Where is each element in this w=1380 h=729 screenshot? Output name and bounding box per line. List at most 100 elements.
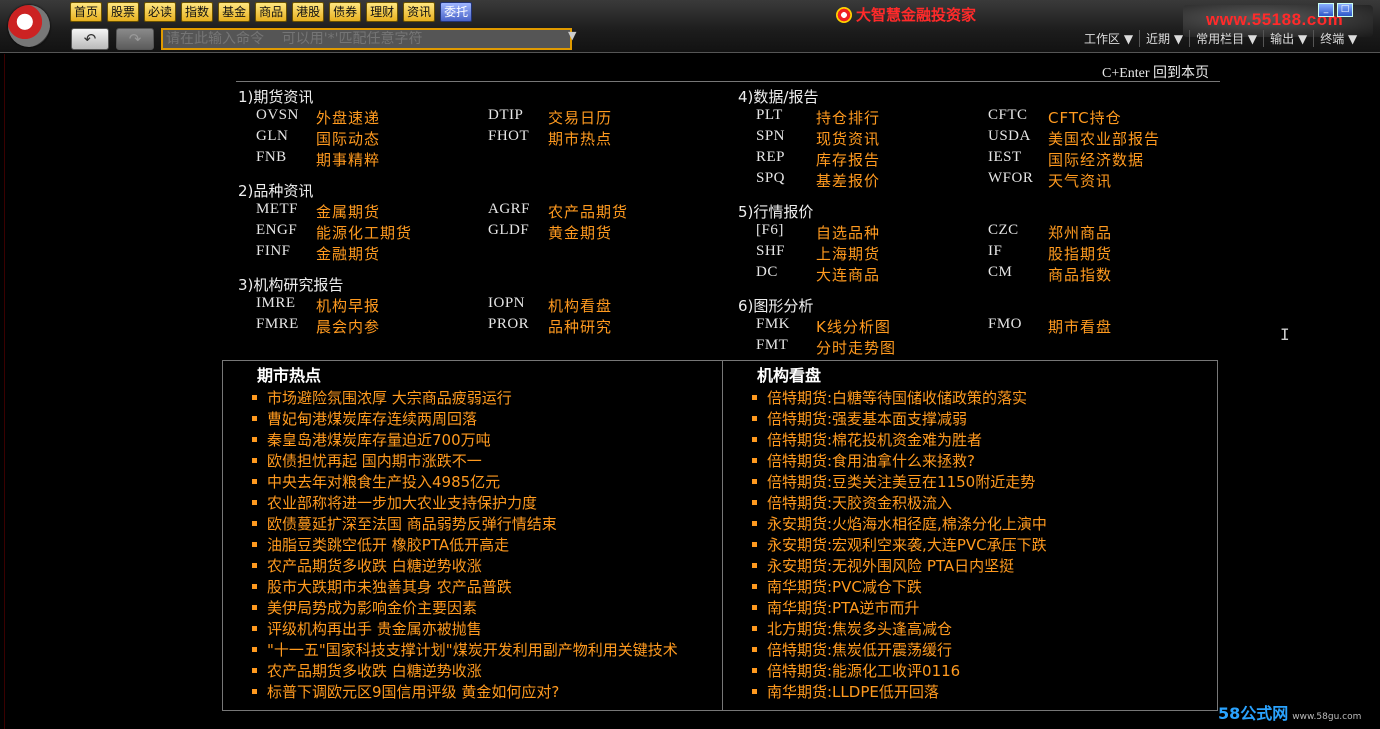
menu-label-variety_news-3[interactable]: 黄金期货 (548, 222, 612, 243)
news-item[interactable]: 秦皇岛港煤炭库存量迫近700万吨 (252, 429, 722, 450)
minimize-button[interactable]: _ (1318, 3, 1334, 17)
command-dropdown-icon[interactable]: ▼ (568, 29, 576, 42)
news-item[interactable]: 欧债担忧再起 国内期市涨跌不一 (252, 450, 722, 471)
menu-label-variety_news-2[interactable]: 能源化工期货 (316, 222, 412, 243)
nav-button-0[interactable]: 首页 (70, 2, 103, 22)
news-item[interactable]: 股市大跌期市未独善其身 农产品普跌 (252, 576, 722, 597)
menu-label-charts-0[interactable]: K线分析图 (816, 316, 891, 337)
menu-code-quotes-4[interactable]: DC (756, 264, 778, 281)
menu-label-quotes-4[interactable]: 大连商品 (816, 264, 880, 285)
menu-label-variety_news-4[interactable]: 金融期货 (316, 243, 380, 264)
maximize-button[interactable]: □ (1337, 3, 1353, 17)
menu-code-futures_news-3[interactable]: FHOT (488, 128, 529, 145)
menu-code-variety_news-3[interactable]: GLDF (488, 222, 529, 239)
news-item[interactable]: 倍特期货:棉花投机资金难为胜者 (752, 429, 1212, 450)
menu-label-institution-1[interactable]: 机构看盘 (548, 295, 612, 316)
menu-label-institution-0[interactable]: 机构早报 (316, 295, 380, 316)
news-item[interactable]: 农业部称将进一步加大农业支持保护力度 (252, 492, 722, 513)
menu-label-variety_news-1[interactable]: 农产品期货 (548, 201, 628, 222)
news-item[interactable]: 倍特期货:白糖等待国储收储政策的落实 (752, 387, 1212, 408)
menu-label-charts-1[interactable]: 期市看盘 (1048, 316, 1112, 337)
news-headline[interactable]: 市场避险氛围浓厚 大宗商品疲弱运行 (267, 389, 512, 407)
menu-code-data_report-0[interactable]: PLT (756, 107, 783, 124)
nav-button-7[interactable]: 债券 (329, 2, 362, 22)
news-headline[interactable]: 倍特期货:焦炭低开震荡缓行 (767, 641, 952, 659)
menu-label-charts-2[interactable]: 分时走势图 (816, 337, 896, 358)
news-headline[interactable]: 南华期货:PTA逆市而升 (767, 599, 919, 617)
news-item[interactable]: 欧债蔓延扩深至法国 商品弱势反弹行情结束 (252, 513, 722, 534)
news-headline[interactable]: 倍特期货:白糖等待国储收储政策的落实 (767, 389, 1027, 407)
news-item[interactable]: 倍特期货:能源化工收评0116 (752, 660, 1212, 681)
news-item[interactable]: 北方期货:焦炭多头逢高减仓 (752, 618, 1212, 639)
news-headline[interactable]: 油脂豆类跳空低开 橡胶PTA低开高走 (267, 536, 509, 554)
menu-label-quotes-2[interactable]: 上海期货 (816, 243, 880, 264)
nav-button-8[interactable]: 理财 (366, 2, 399, 22)
nav-button-10[interactable]: 委托 (440, 2, 473, 22)
news-headline[interactable]: 标普下调欧元区9国信用评级 黄金如何应对? (267, 683, 559, 701)
menu-code-institution-3[interactable]: PROR (488, 316, 529, 333)
menu-code-data_report-2[interactable]: SPN (756, 128, 785, 145)
news-headline[interactable]: 曹妃甸港煤炭库存连续两周回落 (267, 410, 477, 428)
menu-code-data_report-1[interactable]: CFTC (988, 107, 1028, 124)
news-headline[interactable]: 倍特期货:棉花投机资金难为胜者 (767, 431, 982, 449)
news-headline[interactable]: 欧债担忧再起 国内期市涨跌不一 (267, 452, 482, 470)
menu-label-data_report-4[interactable]: 库存报告 (816, 149, 880, 170)
news-item[interactable]: 永安期货:无视外围风险 PTA日内坚挺 (752, 555, 1212, 576)
nav-button-3[interactable]: 指数 (181, 2, 214, 22)
menu-label-futures_news-4[interactable]: 期事精粹 (316, 149, 380, 170)
menu-label-data_report-1[interactable]: CFTC持仓 (1048, 107, 1122, 128)
news-headline[interactable]: 永安期货:宏观利空来袭,大连PVC承压下跌 (767, 536, 1047, 554)
menu-code-quotes-0[interactable]: [F6] (756, 222, 784, 239)
app-logo-icon[interactable] (8, 5, 50, 47)
news-headline[interactable]: 倍特期货:食用油拿什么来拯救? (767, 452, 975, 470)
news-headline[interactable]: 评级机构再出手 贵金属亦被抛售 (267, 620, 482, 638)
news-item[interactable]: 农产品期货多收跌 白糖逆势收涨 (252, 660, 722, 681)
nav-button-6[interactable]: 港股 (292, 2, 325, 22)
menu-label-quotes-0[interactable]: 自选品种 (816, 222, 880, 243)
news-item[interactable]: 南华期货:PVC减仓下跌 (752, 576, 1212, 597)
menu-code-data_report-6[interactable]: SPQ (756, 170, 785, 187)
news-headline[interactable]: 北方期货:焦炭多头逢高减仓 (767, 620, 952, 638)
menu-code-charts-2[interactable]: FMT (756, 337, 788, 354)
menu-label-institution-2[interactable]: 晨会内参 (316, 316, 380, 337)
menu-label-futures_news-2[interactable]: 国际动态 (316, 128, 380, 149)
menu-label-quotes-5[interactable]: 商品指数 (1048, 264, 1112, 285)
news-item[interactable]: 倍特期货:天胶资金积极流入 (752, 492, 1212, 513)
news-item[interactable]: "十一五"国家科技支撑计划"煤炭开发利用副产物利用关键技术 (252, 639, 722, 660)
nav-button-9[interactable]: 资讯 (403, 2, 436, 22)
menu-code-futures_news-2[interactable]: GLN (256, 128, 288, 145)
nav-button-5[interactable]: 商品 (255, 2, 288, 22)
news-item[interactable]: 南华期货:LLDPE低开回落 (752, 681, 1212, 702)
menu-label-futures_news-1[interactable]: 交易日历 (548, 107, 612, 128)
menu-label-data_report-3[interactable]: 美国农业部报告 (1048, 128, 1160, 149)
menu-code-institution-1[interactable]: IOPN (488, 295, 525, 312)
back-button[interactable]: ↶ (71, 28, 109, 50)
menu-label-data_report-6[interactable]: 基差报价 (816, 170, 880, 191)
news-item[interactable]: 倍特期货:强麦基本面支撑减弱 (752, 408, 1212, 429)
news-item[interactable]: 永安期货:宏观利空来袭,大连PVC承压下跌 (752, 534, 1212, 555)
menu-code-quotes-5[interactable]: CM (988, 264, 1012, 281)
nav-button-2[interactable]: 必读 (144, 2, 177, 22)
menu-code-futures_news-1[interactable]: DTIP (488, 107, 523, 124)
menu-code-futures_news-4[interactable]: FNB (256, 149, 287, 166)
menu-label-quotes-1[interactable]: 郑州商品 (1048, 222, 1112, 243)
menu-label-futures_news-3[interactable]: 期市热点 (548, 128, 612, 149)
news-item[interactable]: 油脂豆类跳空低开 橡胶PTA低开高走 (252, 534, 722, 555)
news-item[interactable]: 美伊局势成为影响金价主要因素 (252, 597, 722, 618)
news-headline[interactable]: "十一五"国家科技支撑计划"煤炭开发利用副产物利用关键技术 (267, 641, 678, 659)
news-headline[interactable]: 农业部称将进一步加大农业支持保护力度 (267, 494, 537, 512)
news-item[interactable]: 永安期货:火焰海水相径庭,棉涤分化上演中 (752, 513, 1212, 534)
news-item[interactable]: 农产品期货多收跌 白糖逆势收涨 (252, 555, 722, 576)
menu-label-data_report-2[interactable]: 现货资讯 (816, 128, 880, 149)
news-headline[interactable]: 农产品期货多收跌 白糖逆势收涨 (267, 557, 482, 575)
news-headline[interactable]: 倍特期货:强麦基本面支撑减弱 (767, 410, 967, 428)
return-home-hint[interactable]: C+Enter 回到本页 (1102, 62, 1209, 82)
news-headline[interactable]: 欧债蔓延扩深至法国 商品弱势反弹行情结束 (267, 515, 557, 533)
news-item[interactable]: 倍特期货:食用油拿什么来拯救? (752, 450, 1212, 471)
news-item[interactable]: 标普下调欧元区9国信用评级 黄金如何应对? (252, 681, 722, 702)
news-headline[interactable]: 南华期货:PVC减仓下跌 (767, 578, 922, 596)
news-headline[interactable]: 秦皇岛港煤炭库存量迫近700万吨 (267, 431, 491, 449)
news-headline[interactable]: 股市大跌期市未独善其身 农产品普跌 (267, 578, 512, 596)
news-item[interactable]: 市场避险氛围浓厚 大宗商品疲弱运行 (252, 387, 722, 408)
menu-code-quotes-2[interactable]: SHF (756, 243, 785, 260)
